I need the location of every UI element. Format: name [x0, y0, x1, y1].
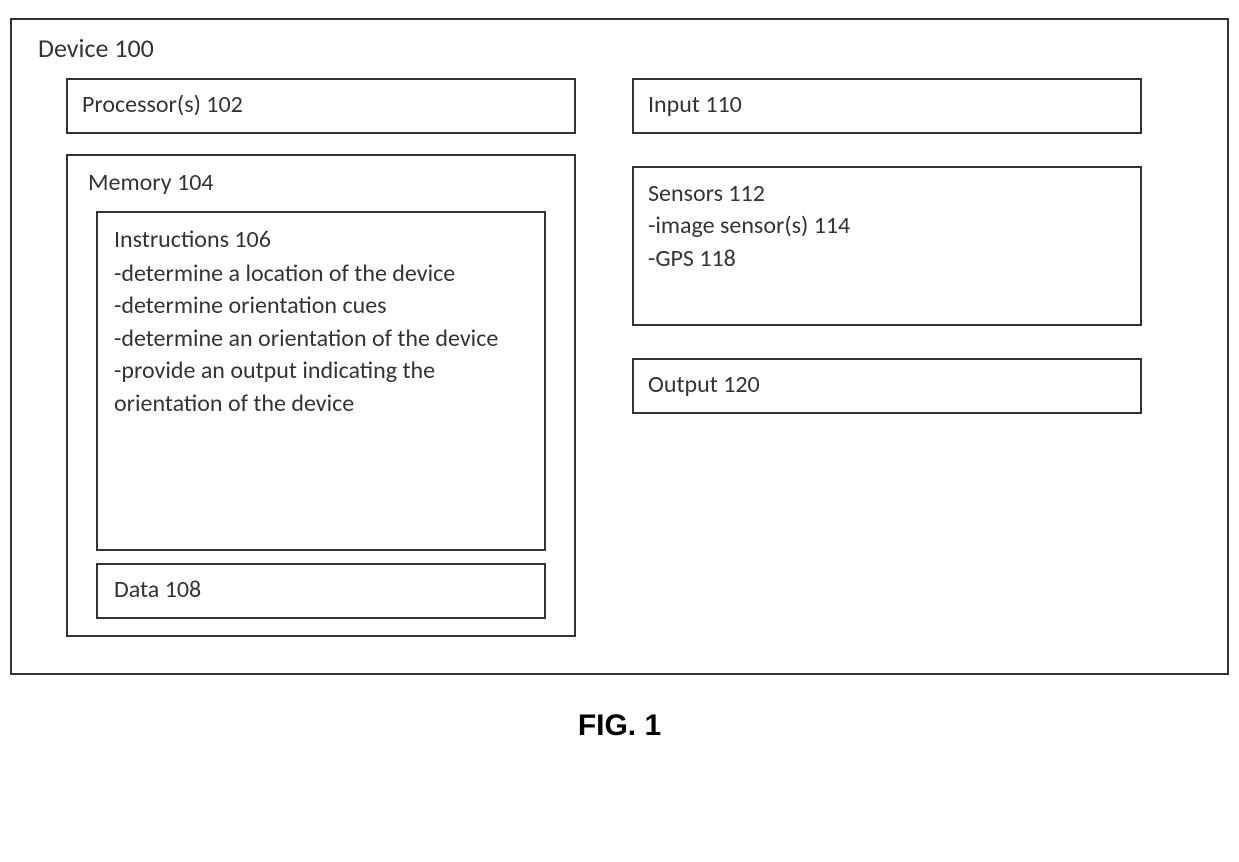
columns: Processor(s) 102 Memory 104 Instructions…: [30, 78, 1209, 637]
instruction-item: -determine orientation cues: [114, 290, 528, 322]
device-container: Device 100 Processor(s) 102 Memory 104 I…: [10, 18, 1229, 675]
sensors-box: Sensors 112 -image sensor(s) 114 -GPS 11…: [632, 166, 1142, 326]
left-column: Processor(s) 102 Memory 104 Instructions…: [66, 78, 576, 637]
processors-box: Processor(s) 102: [66, 78, 576, 134]
right-column: Input 110 Sensors 112 -image sensor(s) 1…: [632, 78, 1142, 637]
figure-label: FIG. 1: [10, 709, 1229, 743]
memory-title: Memory 104: [82, 168, 560, 197]
instruction-item: -determine an orientation of the device: [114, 323, 528, 355]
sensors-title: Sensors 112: [648, 178, 1126, 210]
instructions-box: Instructions 106 -determine a location o…: [96, 211, 546, 551]
data-box: Data 108: [96, 563, 546, 619]
instructions-title: Instructions 106: [114, 225, 528, 254]
memory-box: Memory 104 Instructions 106 -determine a…: [66, 154, 576, 637]
instruction-item: -provide an output indicating the orient…: [114, 355, 528, 420]
sensor-item: -image sensor(s) 114: [648, 210, 1126, 242]
instructions-list: -determine a location of the device -det…: [114, 258, 528, 420]
instruction-item: -determine a location of the device: [114, 258, 528, 290]
sensor-item: -GPS 118: [648, 243, 1126, 275]
output-box: Output 120: [632, 358, 1142, 414]
input-box: Input 110: [632, 78, 1142, 134]
device-title: Device 100: [30, 32, 1209, 64]
